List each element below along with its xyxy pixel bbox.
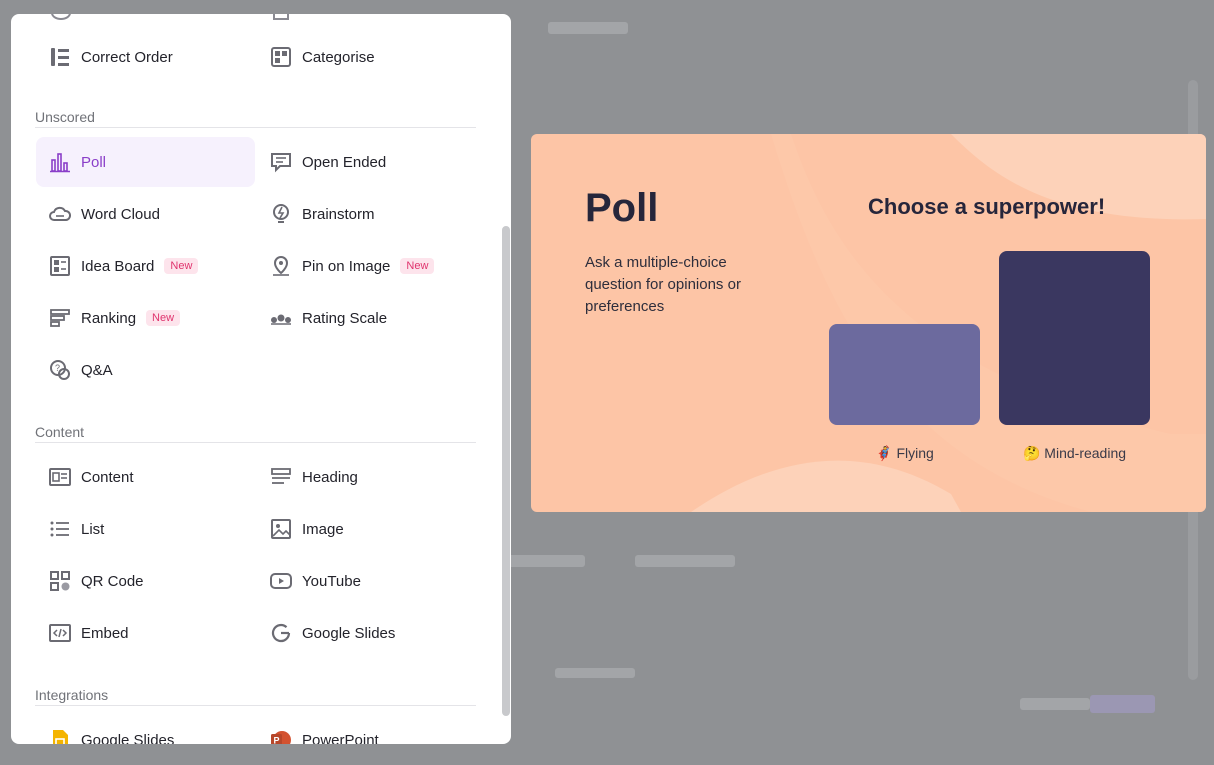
poll-bar-flying <box>829 324 980 425</box>
slide-type-idea-board[interactable]: Idea Board New <box>36 241 255 291</box>
new-badge: New <box>146 310 181 326</box>
word-cloud-icon <box>49 203 71 225</box>
slide-type-list[interactable]: List <box>36 504 255 554</box>
section-title-unscored: Unscored <box>35 109 95 125</box>
slide-type-label: List <box>81 520 105 538</box>
brainstorm-icon <box>270 203 292 225</box>
slide-type-label: Embed <box>81 624 129 642</box>
youtube-icon <box>270 570 292 592</box>
slide-type-qr-code[interactable]: QR Code <box>36 556 255 606</box>
slide-type-youtube[interactable]: YouTube <box>257 556 476 606</box>
new-badge: New <box>400 258 435 274</box>
slide-type-q-a[interactable]: ? Q&A <box>36 345 255 395</box>
heading-icon <box>270 466 292 488</box>
qa-icon: ? <box>49 359 71 381</box>
slide-type-google-slides[interactable]: Google Slides <box>36 715 255 744</box>
slide-type-label: QR Code <box>81 572 144 590</box>
poll-icon <box>49 151 71 173</box>
slide-type-label: Rating Scale <box>302 309 388 327</box>
slide-type-label: Google Slides <box>81 731 175 745</box>
slide-type-content[interactable]: Content <box>36 452 255 502</box>
svg-text:?: ? <box>55 363 60 373</box>
slide-type-label: Correct Order <box>81 48 173 66</box>
slide-type-word-cloud[interactable]: Word Cloud <box>36 189 255 239</box>
slide-type-label: Ranking <box>81 309 137 327</box>
google-icon <box>270 622 292 644</box>
section-divider <box>35 127 476 128</box>
open-ended-icon <box>270 151 292 173</box>
slide-type-label: Pin on Image <box>302 257 391 275</box>
slide-type-embed[interactable]: Embed <box>36 608 255 658</box>
slide-type-label: Brainstorm <box>302 205 375 223</box>
slide-type-brainstorm[interactable]: Brainstorm <box>257 189 476 239</box>
section-divider <box>35 705 476 706</box>
slide-type-correct-order[interactable]: Correct Order <box>36 32 255 82</box>
poll-option-label: 🤔 Mind-reading <box>1022 445 1127 461</box>
rating-scale-icon <box>270 307 292 329</box>
preview-title: Poll <box>585 186 659 230</box>
section-title-integrations: Integrations <box>35 687 109 703</box>
bg-text-2 <box>1020 698 1090 710</box>
slide-type-ranking[interactable]: Ranking New <box>36 293 255 343</box>
slide-type-rating-scale[interactable]: Rating Scale <box>257 293 476 343</box>
slide-type-pin-on-image[interactable]: Pin on Image New <box>257 241 476 291</box>
bg-tab-1 <box>505 555 585 567</box>
ranking-icon <box>49 307 71 329</box>
section-divider <box>35 442 476 443</box>
pin-icon <box>270 255 292 277</box>
embed-icon <box>49 622 71 644</box>
slide-type-heading[interactable]: Heading <box>257 452 476 502</box>
categorise-icon <box>270 46 292 68</box>
slide-type-google-slides[interactable]: Google Slides <box>257 608 476 658</box>
slide-type-label: Word Cloud <box>81 205 160 223</box>
slide-type-open-ended[interactable]: Open Ended <box>257 137 476 187</box>
slide-type-label: Image <box>302 520 344 538</box>
bg-text <box>555 668 635 678</box>
poll-bar-mind-reading <box>999 251 1150 425</box>
bg-button <box>1090 695 1155 713</box>
slide-type-label: Poll <box>81 153 107 171</box>
slide-type-categorise[interactable]: Categorise <box>257 32 476 82</box>
svg-text:P: P <box>274 736 280 745</box>
bg-header-text <box>548 22 628 34</box>
slide-type-label: Google Slides <box>302 624 396 642</box>
content-icon <box>49 466 71 488</box>
poll-question: Choose a superpower! <box>868 194 1106 219</box>
powerpoint-icon: P <box>270 729 292 744</box>
slide-type-label: Heading <box>302 468 358 486</box>
slide-type-label: YouTube <box>302 572 361 590</box>
correct-order-icon <box>49 46 71 68</box>
slide-type-poll[interactable]: Poll <box>36 137 255 187</box>
slide-type-label: Q&A <box>81 361 113 379</box>
slide-type-label: Content <box>81 468 134 486</box>
slide-type-label: Categorise <box>302 48 375 66</box>
scrollbar[interactable] <box>502 226 510 716</box>
list-icon <box>49 518 71 540</box>
slide-type-powerpoint[interactable]: P PowerPoint <box>257 715 476 744</box>
idea-board-icon <box>49 255 71 277</box>
preview-card: Poll Ask a multiple-choice question for … <box>531 134 1206 512</box>
slide-type-label: PowerPoint <box>302 731 379 745</box>
bg-tab-2 <box>635 555 735 567</box>
slide-type-image[interactable]: Image <box>257 504 476 554</box>
slide-type-label: Idea Board <box>81 257 155 275</box>
slide-type-label: Open Ended <box>302 153 387 171</box>
poll-option-label: 🦸 Flying <box>875 445 934 461</box>
section-title-content: Content <box>35 424 85 440</box>
preview-description: Ask a multiple-choice question for opini… <box>585 254 741 315</box>
qr-code-icon <box>49 570 71 592</box>
image-icon <box>270 518 292 540</box>
google-slides-icon <box>49 729 71 744</box>
new-badge: New <box>164 258 199 274</box>
slide-type-panel: Correct Order Categorise Unscored Poll Open … <box>11 14 511 744</box>
